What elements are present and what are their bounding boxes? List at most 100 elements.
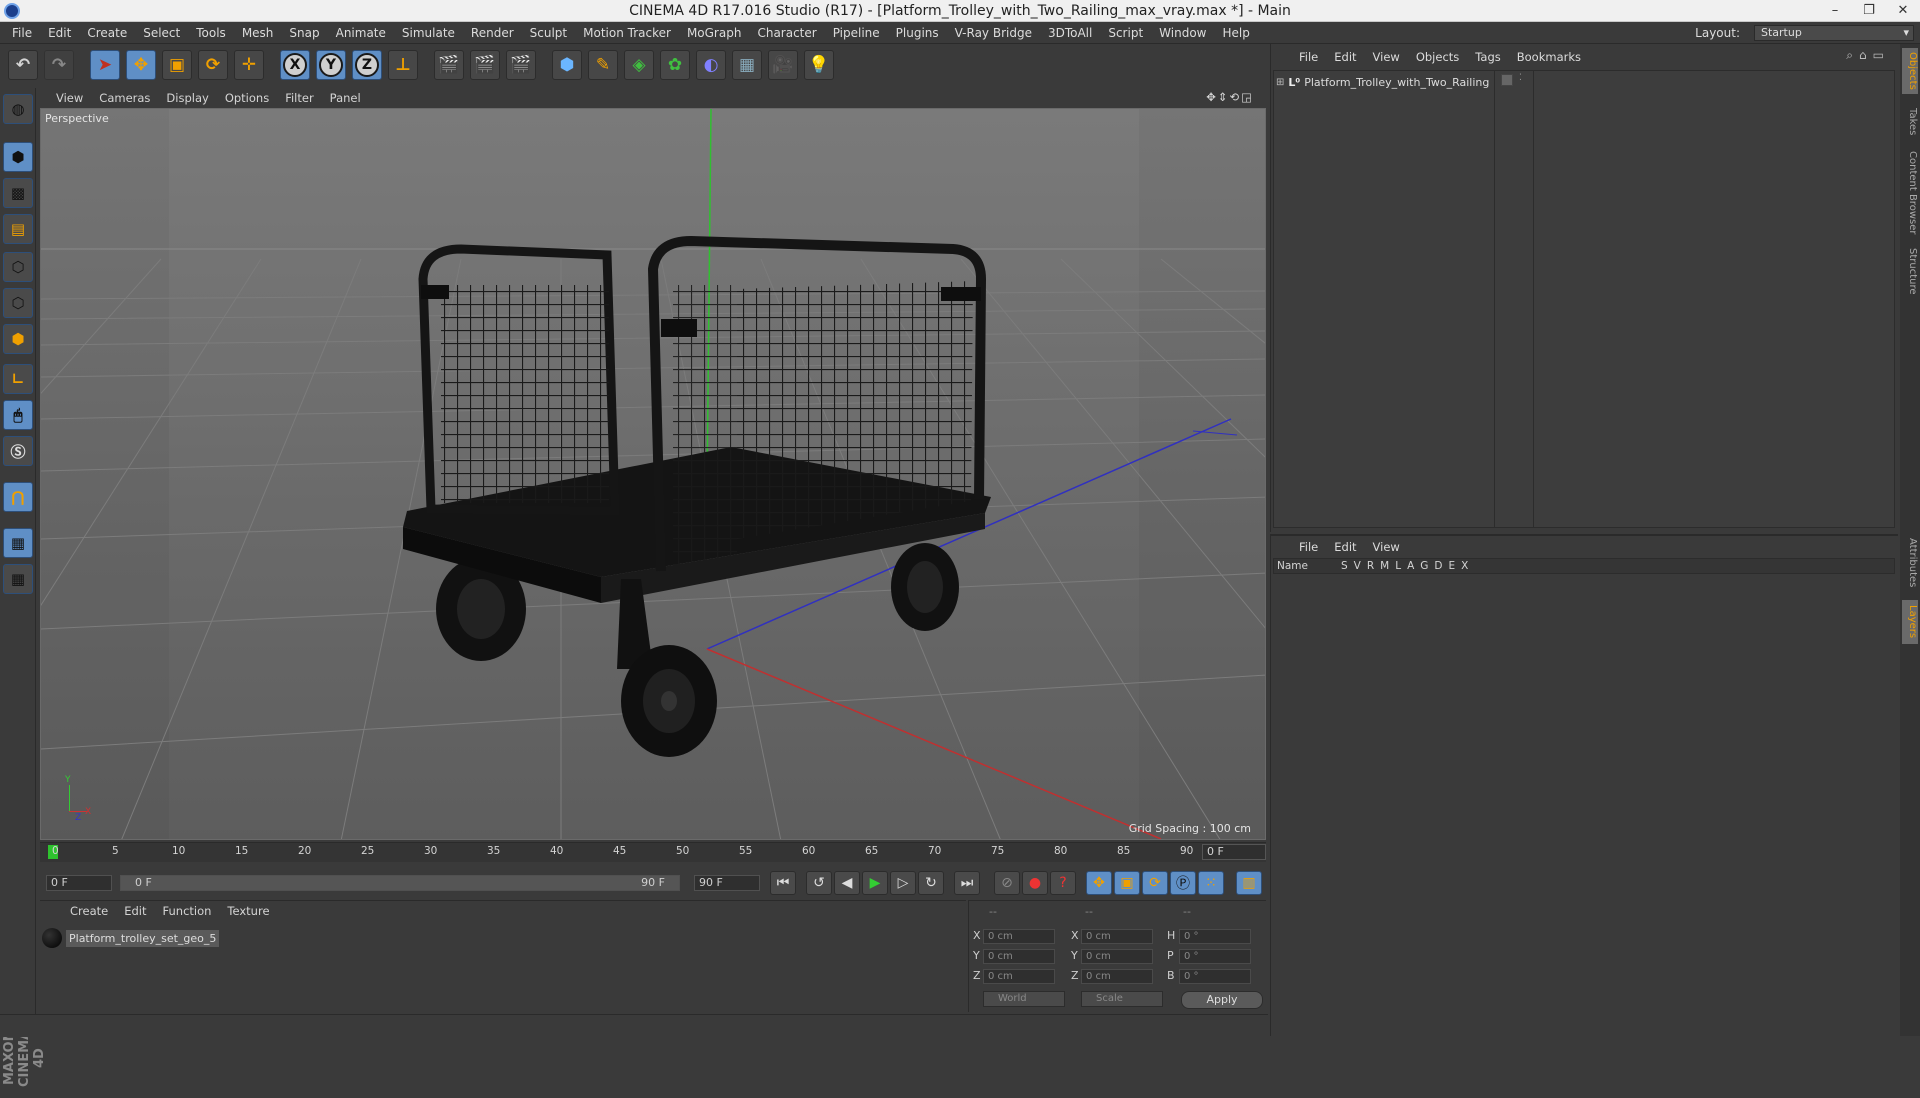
edit-render-settings-button[interactable]: 🎬 bbox=[506, 50, 536, 80]
next-key-button[interactable]: ↻ bbox=[918, 871, 944, 895]
coordinate-system-button[interactable]: ⊥ bbox=[388, 50, 418, 80]
rot-p-field[interactable]: 0 ° bbox=[1179, 949, 1251, 964]
tab-attributes[interactable]: Attributes bbox=[1902, 534, 1918, 592]
objects-menu-tags[interactable]: Tags bbox=[1467, 50, 1508, 64]
menu-file[interactable]: File bbox=[4, 26, 40, 40]
material-menu-edit[interactable]: Edit bbox=[116, 904, 154, 918]
material-menu-texture[interactable]: Texture bbox=[219, 904, 277, 918]
add-deformer-button[interactable]: ◐ bbox=[696, 50, 726, 80]
tab-content-browser[interactable]: Content Browser bbox=[1902, 148, 1918, 238]
redo-button[interactable]: ↷ bbox=[44, 50, 74, 80]
pos-z-field[interactable]: 0 cm bbox=[983, 969, 1055, 984]
menu-character[interactable]: Character bbox=[749, 26, 824, 40]
workplane-align-button[interactable]: ▦ bbox=[3, 564, 33, 594]
end-frame-field[interactable]: 90 F bbox=[694, 875, 760, 891]
key-scale-button[interactable]: ▣ bbox=[1114, 871, 1140, 895]
menu-sculpt[interactable]: Sculpt bbox=[522, 26, 575, 40]
layers-menu-edit[interactable]: Edit bbox=[1326, 540, 1364, 554]
rot-h-field[interactable]: 0 ° bbox=[1179, 929, 1251, 944]
undo-button[interactable]: ↶ bbox=[8, 50, 38, 80]
tab-objects[interactable]: Objects bbox=[1902, 48, 1918, 94]
live-selection-button[interactable]: ➤ bbox=[90, 50, 120, 80]
layer-col-deformers[interactable]: D bbox=[1431, 560, 1445, 572]
visibility-dots-icon[interactable]: ⁚ bbox=[1519, 73, 1522, 83]
material-menu-create[interactable]: Create bbox=[62, 904, 116, 918]
menu-motion-tracker[interactable]: Motion Tracker bbox=[575, 26, 679, 40]
perspective-viewport[interactable]: Perspective Y X Z Grid Spacing : 100 cm bbox=[40, 108, 1266, 840]
viewport-menu-options[interactable]: Options bbox=[217, 91, 277, 105]
key-parameter-button[interactable]: Ⓟ bbox=[1170, 871, 1196, 895]
magnet-button[interactable]: ⋂ bbox=[3, 482, 33, 512]
menu-animate[interactable]: Animate bbox=[328, 26, 394, 40]
viewport-camera-label[interactable]: Perspective bbox=[45, 112, 109, 125]
viewport-menu-display[interactable]: Display bbox=[158, 91, 216, 105]
restore-button[interactable]: ❐ bbox=[1852, 0, 1886, 22]
home-icon[interactable]: ⌂ bbox=[1859, 48, 1873, 62]
layer-col-animation[interactable]: A bbox=[1404, 560, 1417, 572]
menu-render[interactable]: Render bbox=[463, 26, 522, 40]
menu-select[interactable]: Select bbox=[135, 26, 188, 40]
add-light-button[interactable]: 💡 bbox=[804, 50, 834, 80]
material-swatch[interactable]: Platform_trolley_set_geo_5 bbox=[42, 927, 220, 949]
object-row[interactable]: ⊞ L⁰ Platform_Trolley_with_Two_Railing bbox=[1276, 73, 1489, 91]
layer-col-expressions[interactable]: E bbox=[1446, 560, 1459, 572]
viewport-menu-cameras[interactable]: Cameras bbox=[91, 91, 158, 105]
layer-col-xrefs[interactable]: X bbox=[1458, 560, 1471, 572]
menu-pipeline[interactable]: Pipeline bbox=[825, 26, 888, 40]
menu-plugins[interactable]: Plugins bbox=[888, 26, 947, 40]
menu-script[interactable]: Script bbox=[1100, 26, 1151, 40]
menu-mesh[interactable]: Mesh bbox=[234, 26, 282, 40]
edges-mode-button[interactable]: ⬡ bbox=[3, 288, 33, 318]
minimize-button[interactable]: – bbox=[1818, 0, 1852, 22]
menu-window[interactable]: Window bbox=[1151, 26, 1214, 40]
start-frame-field[interactable]: 0 F bbox=[46, 875, 112, 891]
x-axis-lock-button[interactable]: X bbox=[280, 50, 310, 80]
minimize-panel-icon[interactable]: ▭ bbox=[1873, 48, 1890, 62]
expand-icon[interactable]: ⊞ bbox=[1276, 77, 1284, 88]
layers-menu-view[interactable]: View bbox=[1365, 540, 1408, 554]
y-axis-lock-button[interactable]: Y bbox=[316, 50, 346, 80]
go-to-end-button[interactable]: ⏭ bbox=[954, 871, 980, 895]
polygons-mode-button[interactable]: ⬢ bbox=[3, 324, 33, 354]
objects-menu-edit[interactable]: Edit bbox=[1326, 50, 1364, 64]
move-button[interactable]: ✥ bbox=[126, 50, 156, 80]
layer-col-solo[interactable]: S bbox=[1338, 560, 1351, 572]
record-keys-disabled-button[interactable]: ⊘ bbox=[994, 871, 1020, 895]
menu-snap[interactable]: Snap bbox=[281, 26, 327, 40]
objects-menu-view[interactable]: View bbox=[1365, 50, 1408, 64]
rot-b-field[interactable]: 0 ° bbox=[1179, 969, 1251, 984]
render-to-picture-viewer-button[interactable]: 🎬 bbox=[470, 50, 500, 80]
menu-simulate[interactable]: Simulate bbox=[394, 26, 463, 40]
key-pla-button[interactable]: ⁙ bbox=[1198, 871, 1224, 895]
texture-mode-button[interactable]: ▩ bbox=[3, 178, 33, 208]
close-button[interactable]: ✕ bbox=[1886, 0, 1920, 22]
apply-button[interactable]: Apply bbox=[1181, 991, 1263, 1009]
render-view-button[interactable]: 🎬 bbox=[434, 50, 464, 80]
recent-tool-button[interactable]: ✛ bbox=[234, 50, 264, 80]
frame-range-slider[interactable]: 0 F 90 F bbox=[120, 875, 680, 891]
z-axis-lock-button[interactable]: Z bbox=[352, 50, 382, 80]
size-x-field[interactable]: 0 cm bbox=[1081, 929, 1153, 944]
menu-mograph[interactable]: MoGraph bbox=[679, 26, 750, 40]
model-mode-button[interactable]: ⬢ bbox=[3, 142, 33, 172]
add-cube-button[interactable]: ⬢ bbox=[552, 50, 582, 80]
viewport-menu-panel[interactable]: Panel bbox=[322, 91, 369, 105]
record-active-objects-button[interactable]: ● bbox=[1022, 871, 1048, 895]
snap-button[interactable]: Ⓢ bbox=[3, 436, 33, 466]
objects-menu-file[interactable]: File bbox=[1291, 50, 1326, 64]
go-to-start-button[interactable]: ⏮ bbox=[770, 871, 796, 895]
layers-menu-file[interactable]: File bbox=[1291, 540, 1326, 554]
workplane-lock-button[interactable]: ▦ bbox=[3, 528, 33, 558]
timeline-ruler[interactable]: 0 5 10 15 20 25 30 35 40 45 50 55 60 65 … bbox=[40, 842, 1266, 862]
menu-tools[interactable]: Tools bbox=[188, 26, 234, 40]
rotate-button[interactable]: ⟳ bbox=[198, 50, 228, 80]
layer-col-visible[interactable]: V bbox=[1351, 560, 1364, 572]
search-icon[interactable]: ⌕ bbox=[1846, 48, 1859, 62]
points-mode-button[interactable]: ⬡ bbox=[3, 252, 33, 282]
tab-structure[interactable]: Structure bbox=[1902, 244, 1918, 298]
menu-help[interactable]: Help bbox=[1214, 26, 1257, 40]
size-z-field[interactable]: 0 cm bbox=[1081, 969, 1153, 984]
menu-vray-bridge[interactable]: V-Ray Bridge bbox=[947, 26, 1040, 40]
workplane-mode-button[interactable]: ▤ bbox=[3, 214, 33, 244]
add-array-button[interactable]: ✿ bbox=[660, 50, 690, 80]
